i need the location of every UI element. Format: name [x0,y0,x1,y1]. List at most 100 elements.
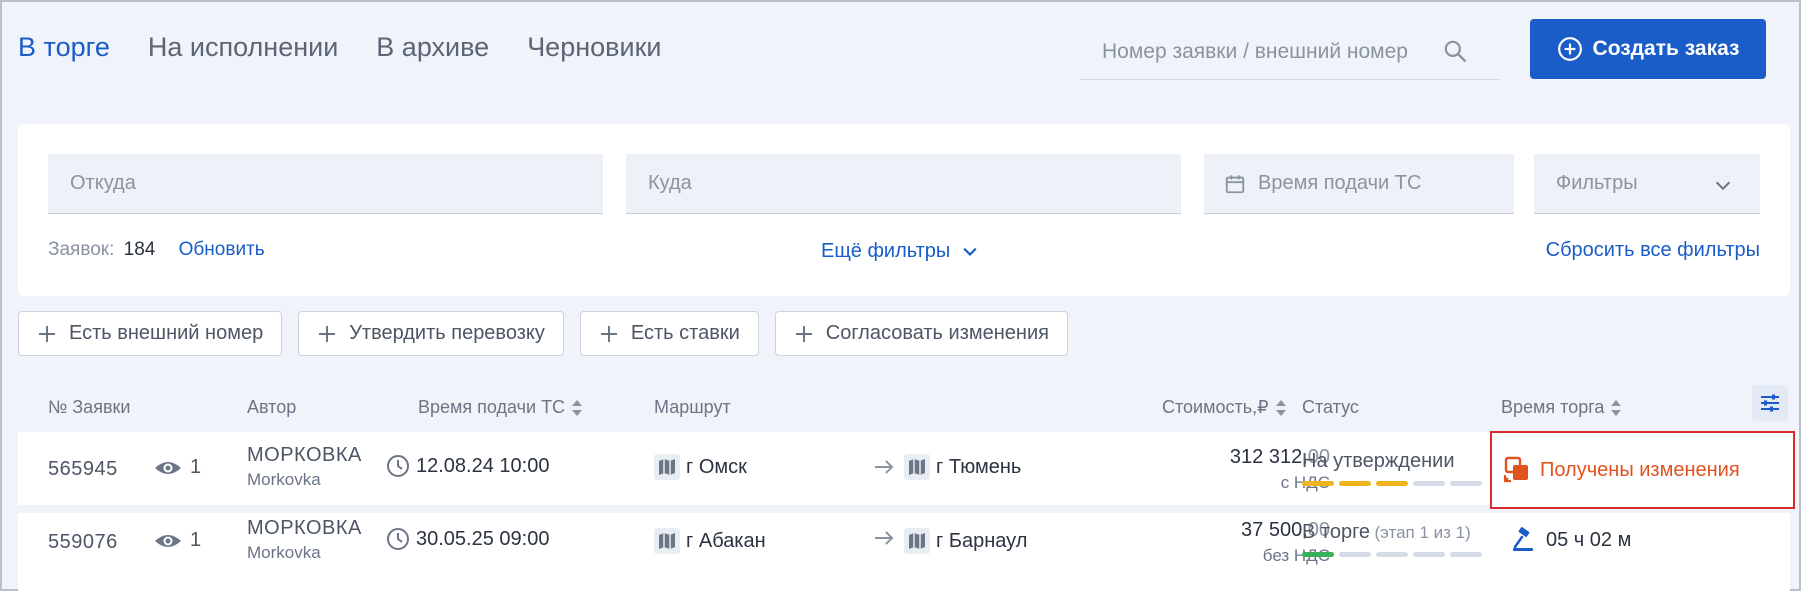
status-progress [1302,481,1482,486]
header-price[interactable]: Стоимость,₽ [1162,397,1287,418]
map-icon [904,454,930,480]
to-field[interactable]: Куда [626,154,1181,214]
plus-icon [600,325,617,342]
status-cell: На утверждении [1302,450,1482,486]
clock-icon [387,455,409,477]
table-header: № Заявки Автор Время подачи ТС Маршрут С… [2,385,1801,429]
vehicle-time: 30.05.25 09:00 [386,527,549,551]
orders-count-value: 184 [123,239,156,260]
progress-step [1302,552,1334,557]
changes-received-badge[interactable]: Получены изменения [1490,431,1795,509]
tab-drafts[interactable]: Черновики [527,32,661,63]
sort-icon [1275,399,1286,416]
header-price-label: Стоимость,₽ [1162,397,1269,417]
progress-step [1413,481,1445,486]
chip-label: Согласовать изменения [825,322,1049,344]
chip-approve-transport[interactable]: Утвердить перевозку [298,311,564,356]
status-progress [1302,552,1482,557]
table-row[interactable]: 559076 1 МОРКОВКА Morkovka 30.05.25 09:0… [18,513,1790,591]
column-settings-button[interactable] [1752,385,1788,421]
chevron-down-icon [963,247,977,256]
search-input[interactable] [1080,39,1440,64]
author-login: Morkovka [247,470,321,489]
more-filters-toggle[interactable]: Ещё фильтры [821,240,980,263]
map-icon [654,454,680,480]
vehicle-time-value: 12.08.24 10:00 [416,454,550,477]
sort-icon [572,399,583,416]
status-cell: В торге (этап 1 из 1) [1302,521,1482,557]
search-icon[interactable] [1442,38,1468,64]
sort-icon [1611,399,1622,416]
vehicle-time-value: 30.05.25 09:00 [416,527,550,550]
plus-icon [319,325,336,342]
arrow-right-icon [875,531,894,545]
route-from: г Абакан [654,528,766,554]
route-from: г Омск [654,454,747,480]
views-count: 1 [154,529,201,552]
route-to-city: г Барнаул [936,529,1028,552]
header-route: Маршрут [654,397,731,417]
progress-step [1450,481,1482,486]
progress-step [1376,481,1408,486]
route-to-city: г Тюмень [936,455,1022,478]
status-text: На утверждении [1302,450,1455,472]
progress-step [1413,552,1445,557]
more-filters-label: Ещё фильтры [821,240,951,262]
to-placeholder: Куда [648,172,692,194]
create-order-button[interactable]: Создать заказ [1530,19,1766,79]
chip-agree-changes[interactable]: Согласовать изменения [774,311,1068,356]
calendar-icon [1225,174,1245,193]
header-time[interactable]: Время подачи ТС [418,397,583,418]
author-name: МОРКОВКА [247,517,362,539]
tab-in-auction[interactable]: В торге [18,32,110,63]
author-cell: МОРКОВКА Morkovka [247,444,362,490]
clock-icon [387,528,409,550]
from-field[interactable]: Откуда [48,154,603,214]
create-order-label: Создать заказ [1592,37,1740,60]
changes-icon [1503,456,1528,483]
chip-has-bids[interactable]: Есть ставки [579,311,759,356]
chip-external-number[interactable]: Есть внешний номер [18,311,283,356]
order-search [1080,24,1500,80]
price-rubles: 312 312, [1229,446,1308,468]
author-login: Morkovka [247,543,321,562]
progress-step [1339,481,1371,486]
tab-archive[interactable]: В архиве [376,32,489,63]
eye-icon [155,461,181,474]
header-auction-time[interactable]: Время торга [1501,397,1622,418]
refresh-link[interactable]: Обновить [179,239,265,260]
chip-label: Утвердить перевозку [349,322,545,344]
route-from-city: г Омск [686,455,747,478]
vehicle-time-field[interactable]: Время подачи ТС [1204,154,1514,214]
vehicle-time: 12.08.24 10:00 [386,454,549,478]
filters-select[interactable]: Фильтры [1534,154,1760,214]
gavel-icon [1513,527,1533,551]
author-cell: МОРКОВКА Morkovka [247,517,362,563]
tab-in-execution[interactable]: На исполнении [148,32,338,63]
header-status: Статус [1302,397,1359,417]
plus-icon [795,325,812,342]
plus-icon [39,325,55,342]
progress-step [1339,552,1371,557]
header-number: № Заявки [48,397,131,417]
eye-icon [155,534,181,547]
views-value: 1 [190,529,202,551]
reset-filters-link[interactable]: Сбросить все фильтры [1546,239,1760,262]
header-time-label: Время подачи ТС [418,397,566,417]
quick-filters: Есть внешний номер Утвердить перевозку Е… [18,311,1068,356]
views-count: 1 [154,456,201,479]
status-tabs: В торге На исполнении В архиве Черновики [18,32,661,63]
vehicle-time-placeholder: Время подачи ТС [1258,172,1422,194]
from-placeholder: Откуда [70,172,136,194]
app-frame: В торге На исполнении В архиве Черновики… [0,0,1801,591]
changes-received-text: Получены изменения [1540,458,1740,481]
route-from-city: г Абакан [686,529,766,552]
order-number: 559076 [48,531,118,553]
progress-step [1302,481,1334,486]
map-icon [654,528,680,554]
sliders-icon [1761,394,1779,412]
status-text: В торге [1302,521,1371,543]
author-name: МОРКОВКА [247,444,362,466]
auction-time: 05 ч 02 м [1510,527,1631,553]
auction-time-value: 05 ч 02 м [1546,528,1632,551]
